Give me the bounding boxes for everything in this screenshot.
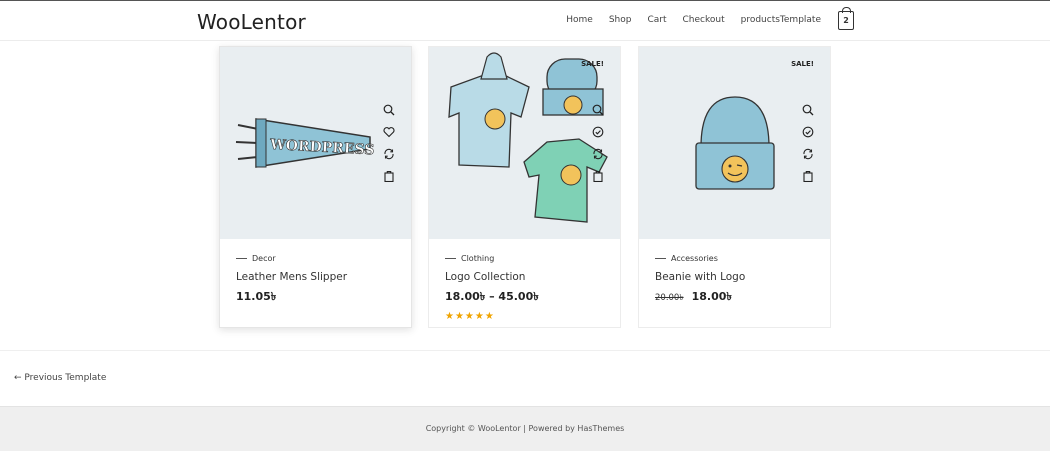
copyright-text: Copyright © WooLentor | Powered by HasTh… bbox=[425, 424, 625, 433]
product-category[interactable]: Clothing bbox=[445, 254, 494, 263]
site-header: WooLentor Home Shop Cart Checkout produc… bbox=[0, 1, 1050, 41]
site-footer: Copyright © WooLentor | Powered by HasTh… bbox=[0, 406, 1050, 451]
product-category[interactable]: Accessories bbox=[655, 254, 718, 263]
search-icon[interactable] bbox=[802, 103, 816, 117]
nav-cart[interactable]: Cart bbox=[647, 15, 666, 25]
compare-icon[interactable] bbox=[802, 147, 816, 161]
bag-icon[interactable] bbox=[383, 169, 397, 183]
product-price: 18.00৳ – 45.00৳ bbox=[445, 290, 539, 303]
product-title[interactable]: Leather Mens Slipper bbox=[236, 271, 347, 283]
product-image[interactable]: SALE! bbox=[429, 47, 620, 239]
nav-products-template[interactable]: productsTemplate bbox=[741, 15, 821, 25]
cart-count: 2 bbox=[843, 16, 849, 25]
nav-home[interactable]: Home bbox=[566, 15, 593, 25]
check-circle-icon[interactable] bbox=[802, 125, 816, 139]
bag-icon[interactable] bbox=[802, 169, 816, 183]
product-actions bbox=[802, 103, 816, 191]
sale-badge: SALE! bbox=[581, 60, 604, 68]
product-image[interactable]: WORDPRESS bbox=[220, 47, 411, 239]
product-card[interactable]: SALE! Accessories Beanie with Logo 20.00… bbox=[638, 46, 831, 328]
sale-price: 18.00৳ bbox=[691, 290, 732, 303]
product-category[interactable]: Decor bbox=[236, 254, 276, 263]
cart-icon[interactable]: 2 bbox=[838, 7, 854, 30]
product-title[interactable]: Beanie with Logo bbox=[655, 271, 745, 283]
product-image[interactable]: SALE! bbox=[639, 47, 830, 239]
sale-badge: SALE! bbox=[791, 60, 814, 68]
nav-shop[interactable]: Shop bbox=[609, 15, 632, 25]
old-price: 20.00৳ bbox=[655, 293, 684, 303]
product-actions bbox=[383, 103, 397, 191]
nav-checkout[interactable]: Checkout bbox=[683, 15, 725, 25]
site-logo[interactable]: WooLentor bbox=[197, 10, 306, 34]
content-divider bbox=[0, 350, 1050, 351]
bag-icon[interactable] bbox=[592, 169, 606, 183]
previous-template-link[interactable]: ← Previous Template bbox=[14, 373, 106, 383]
product-title[interactable]: Logo Collection bbox=[445, 271, 525, 283]
product-actions bbox=[592, 103, 606, 191]
search-icon[interactable] bbox=[383, 103, 397, 117]
compare-icon[interactable] bbox=[383, 147, 397, 161]
compare-icon[interactable] bbox=[592, 147, 606, 161]
heart-icon[interactable] bbox=[383, 125, 397, 139]
check-circle-icon[interactable] bbox=[592, 125, 606, 139]
product-price: 11.05৳ bbox=[236, 290, 277, 303]
main-nav: Home Shop Cart Checkout productsTemplate bbox=[550, 15, 821, 25]
rating-stars: ★★★★★ bbox=[445, 311, 495, 322]
product-card[interactable]: SALE! Clothing Logo Collection 18.00৳ – … bbox=[428, 46, 621, 328]
product-card[interactable]: WORDPRESS Decor Leather Mens Slipper 11.… bbox=[219, 46, 412, 328]
search-icon[interactable] bbox=[592, 103, 606, 117]
product-price: 20.00৳ 18.00৳ bbox=[655, 288, 732, 307]
